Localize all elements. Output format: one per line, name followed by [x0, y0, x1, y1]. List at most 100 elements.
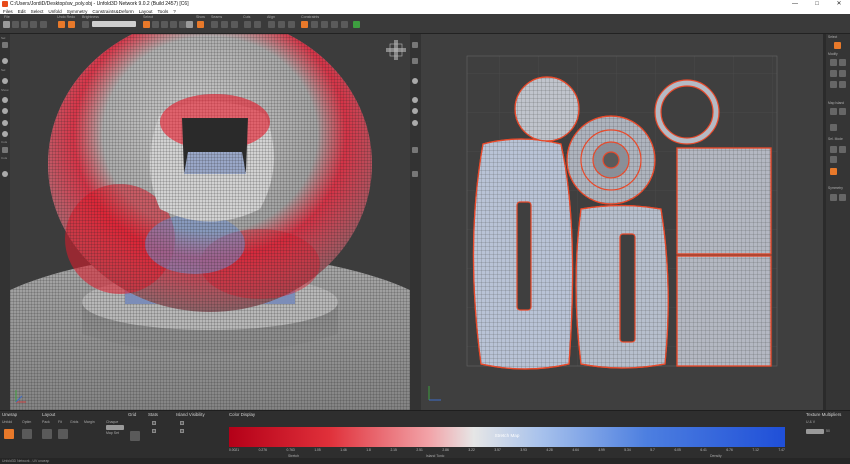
cut-tool-icon[interactable] [2, 147, 8, 153]
rotate-90-icon[interactable] [830, 81, 837, 88]
scale-icon[interactable] [830, 70, 837, 77]
section-color-display[interactable]: Color Display [229, 412, 255, 417]
select-all-icon[interactable] [152, 21, 159, 28]
texture-multiplier-field[interactable] [806, 429, 824, 434]
select-island-icon[interactable] [2, 58, 8, 64]
stretch-map-bar[interactable]: Stretch Map [229, 427, 785, 447]
uv-island-icon[interactable] [412, 78, 418, 84]
frame-icon[interactable] [2, 131, 8, 137]
checker-icon[interactable] [186, 21, 193, 28]
optimize-button[interactable] [22, 429, 32, 439]
uv-hide-icon[interactable] [412, 108, 418, 114]
sel-mode-vertex-icon[interactable] [830, 168, 837, 175]
seam-loop-icon[interactable] [221, 21, 228, 28]
uv-select-icon[interactable] [412, 42, 418, 48]
sel-mode-face-icon[interactable] [839, 146, 846, 153]
menu-select[interactable]: Select [31, 9, 44, 14]
seam-icon[interactable] [211, 21, 218, 28]
panel-label-modify: Modify [828, 52, 838, 56]
island-visibility-checkbox[interactable] [180, 421, 184, 425]
rotate-minus-90-icon[interactable] [839, 81, 846, 88]
fit-icon[interactable] [353, 21, 360, 28]
stretch-scale-value: 4.99 [598, 448, 605, 452]
brightness-slider[interactable] [92, 21, 136, 27]
island-flip-icon[interactable] [830, 124, 837, 131]
expand-icon[interactable] [341, 21, 348, 28]
section-stats[interactable]: Stats [148, 412, 158, 417]
load-uv-icon[interactable] [21, 21, 28, 28]
symmetry-x-icon[interactable] [830, 194, 837, 201]
toolbar-group-show: Show [196, 15, 205, 19]
minimize-button[interactable]: — [784, 0, 806, 8]
redo-icon[interactable] [68, 21, 75, 28]
select-edge-icon[interactable] [2, 42, 8, 48]
undo-icon[interactable] [58, 21, 65, 28]
open-file-icon[interactable] [3, 21, 10, 28]
menu-layout[interactable]: Layout [139, 9, 153, 14]
sel-mode-island-icon[interactable] [830, 156, 837, 163]
menu-help[interactable]: ? [173, 9, 176, 14]
unfold-button[interactable] [4, 429, 14, 439]
cursor-icon[interactable] [834, 42, 841, 49]
menu-files[interactable]: Files [3, 9, 13, 14]
brightness-icon[interactable] [82, 21, 89, 28]
layout-chaque-field[interactable] [106, 425, 124, 430]
isolate-icon[interactable] [2, 120, 8, 126]
uv-light-icon[interactable] [412, 171, 418, 177]
orient-icon[interactable] [321, 21, 328, 28]
rotate-icon[interactable] [839, 59, 846, 66]
select-invert-icon[interactable] [161, 21, 168, 28]
menu-constraints-deform[interactable]: Constraints&Deform [92, 9, 133, 14]
align-left-icon[interactable] [268, 21, 275, 28]
map-island-icon[interactable] [830, 108, 837, 115]
maximize-button[interactable]: □ [806, 0, 828, 8]
menu-edit[interactable]: Edit [18, 9, 26, 14]
move-icon[interactable] [830, 59, 837, 66]
section-island-visibility[interactable]: Island Visibility [176, 412, 205, 417]
map-island-2-icon[interactable] [839, 108, 846, 115]
close-button[interactable]: ✕ [828, 0, 850, 8]
uv-cut-icon[interactable] [412, 147, 418, 153]
light-icon[interactable] [2, 171, 8, 177]
align-center-icon[interactable] [288, 21, 295, 28]
straighten-icon[interactable] [311, 21, 318, 28]
grid-checkbox[interactable] [152, 429, 156, 433]
select-shrink-icon[interactable] [179, 21, 186, 28]
menu-tools[interactable]: Tools [158, 9, 169, 14]
menu-unfold[interactable]: Unfold [48, 9, 61, 14]
uv-viewport[interactable] [421, 34, 823, 410]
show-all-checkbox[interactable] [180, 429, 184, 433]
symmetry-y-icon[interactable] [839, 194, 846, 201]
section-texture-multipliers[interactable]: Texture Multipliers [806, 412, 841, 417]
reload-icon[interactable] [40, 21, 47, 28]
uv-move-icon[interactable] [412, 58, 418, 64]
export-icon[interactable] [30, 21, 37, 28]
uv-show-icon[interactable] [412, 97, 418, 103]
menu-symmetry[interactable]: Symmetry [67, 9, 88, 14]
show-all-icon[interactable] [2, 97, 8, 103]
3d-viewport[interactable] [10, 34, 410, 410]
deselect-icon[interactable] [143, 21, 150, 28]
select-grow-icon[interactable] [170, 21, 177, 28]
uv-isolate-icon[interactable] [412, 120, 418, 126]
cut-icon[interactable] [244, 21, 251, 28]
fit-button[interactable] [58, 429, 68, 439]
section-grid[interactable]: Grid [128, 412, 136, 417]
stats-checkbox[interactable] [152, 421, 156, 425]
symmetry-icon[interactable] [331, 21, 338, 28]
show-icon[interactable] [197, 21, 204, 28]
seam-brush-icon[interactable] [231, 21, 238, 28]
section-unwrap[interactable]: Unwrap [2, 412, 17, 417]
align-right-icon[interactable] [278, 21, 285, 28]
sel-mode-edge-icon[interactable] [830, 146, 837, 153]
pin-icon[interactable] [301, 21, 308, 28]
layout-pack-button[interactable] [130, 431, 140, 441]
stretch-scale-value: 6.05 [674, 448, 681, 452]
flip-icon[interactable] [839, 70, 846, 77]
weld-icon[interactable] [254, 21, 261, 28]
save-file-icon[interactable] [12, 21, 19, 28]
hide-icon[interactable] [2, 108, 8, 114]
select-face-icon[interactable] [2, 78, 8, 84]
section-layout[interactable]: Layout [42, 412, 55, 417]
pack-button[interactable] [42, 429, 52, 439]
